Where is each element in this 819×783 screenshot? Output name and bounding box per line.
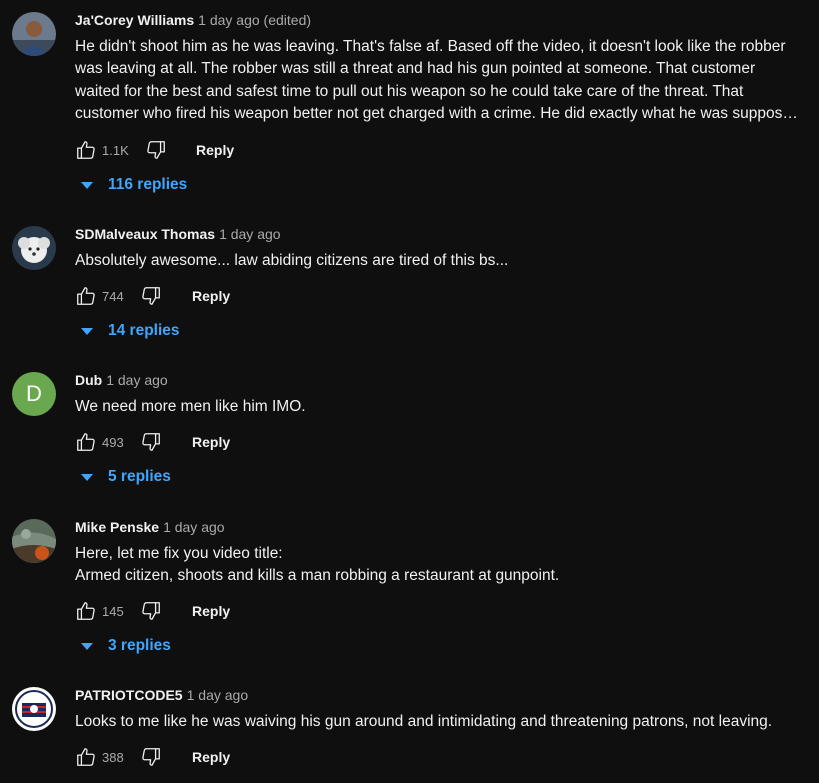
letter-avatar[interactable]: D: [12, 372, 56, 416]
replies-count-label: 3 replies: [108, 637, 171, 654]
view-replies-button[interactable]: 3 replies: [80, 637, 171, 659]
comment-actions: 145 Reply: [75, 600, 475, 624]
caret-down-icon: [81, 182, 93, 189]
replies-count-label: 14 replies: [108, 322, 180, 339]
comment-text-line: was leaving at all. The robber was still…: [75, 60, 756, 78]
thumbs-up-icon[interactable]: [75, 746, 97, 768]
comment-actions: 744 Reply: [75, 285, 475, 309]
like-count: 388: [102, 750, 124, 765]
person-photo-avatar[interactable]: [12, 12, 56, 56]
author-name[interactable]: SDMalveaux Thomas: [75, 226, 215, 242]
comment-actions: 388 Reply: [75, 746, 475, 770]
like-count: 1.1K: [102, 143, 129, 158]
like-count: 145: [102, 604, 124, 619]
view-replies-button[interactable]: 14 replies: [80, 322, 180, 344]
like-count: 744: [102, 289, 124, 304]
like-count: 493: [102, 435, 124, 450]
reply-button[interactable]: Reply: [192, 434, 230, 450]
thumbs-up-icon[interactable]: [75, 431, 97, 453]
replies-count-label: 116 replies: [108, 176, 188, 193]
landscape-photo-avatar[interactable]: [12, 519, 56, 563]
comment-text-line: waited for the best and safest time to p…: [75, 82, 744, 100]
comment-header: SDMalveaux Thomas 1 day ago: [75, 226, 281, 244]
patriot-logo-avatar[interactable]: [12, 687, 56, 731]
comment-text: We need more men like him IMO.: [75, 396, 805, 418]
comment-text: Here, let me fix you video title: Armed …: [75, 543, 805, 588]
comment-text-line: Looks to me like he was waiving his gun …: [75, 713, 773, 730]
comment-text: He didn't shoot him as he was leaving. T…: [75, 36, 805, 126]
comment-text-line: customer who fired his weapon better not…: [75, 105, 805, 123]
author-name[interactable]: Ja'Corey Williams: [75, 12, 194, 28]
thumbs-down-icon[interactable]: [140, 600, 162, 622]
comment-actions: 493 Reply: [75, 431, 475, 455]
comment-timestamp[interactable]: 1 day ago: [219, 226, 281, 242]
comment-text-line: We need more men like him IMO.: [75, 398, 306, 415]
reply-button[interactable]: Reply: [196, 142, 234, 158]
comment-text: Absolutely awesome... law abiding citize…: [75, 250, 805, 272]
thumbs-down-icon[interactable]: [145, 139, 167, 161]
replies-count-label: 5 replies: [108, 468, 171, 485]
comment-header: PATRIOTCODE5 1 day ago: [75, 687, 248, 705]
comment-timestamp[interactable]: 1 day ago: [106, 372, 168, 388]
comment-text: Looks to me like he was waiving his gun …: [75, 711, 805, 733]
author-name[interactable]: Mike Penske: [75, 519, 159, 535]
comment-header: Ja'Corey Williams 1 day ago (edited): [75, 12, 311, 30]
avatar-letter: D: [26, 381, 42, 406]
comment-text-line: Here, let me fix you video title:: [75, 545, 283, 562]
view-replies-button[interactable]: 116 replies: [80, 176, 187, 198]
comment-text-line: He didn't shoot him as he was leaving. T…: [75, 38, 786, 55]
thumbs-down-icon[interactable]: [140, 431, 162, 453]
comment-timestamp[interactable]: 1 day ago (edited): [198, 12, 311, 28]
thumbs-down-icon[interactable]: [140, 285, 162, 307]
thumbs-down-icon[interactable]: [140, 746, 162, 768]
comment-timestamp[interactable]: 1 day ago: [163, 519, 225, 535]
caret-down-icon: [81, 643, 93, 650]
comment-header: Dub 1 day ago: [75, 372, 168, 390]
comment-text-line: Absolutely awesome... law abiding citize…: [75, 252, 509, 269]
thumbs-up-icon[interactable]: [75, 600, 97, 622]
author-name[interactable]: Dub: [75, 372, 102, 388]
comment-header: Mike Penske 1 day ago: [75, 519, 225, 537]
comment-text-line: Armed citizen, shoots and kills a man ro…: [75, 567, 560, 585]
comment-actions: 1.1K Reply: [75, 139, 475, 163]
thumbs-up-icon[interactable]: [75, 139, 97, 161]
comment-timestamp[interactable]: 1 day ago: [187, 687, 249, 703]
view-replies-button[interactable]: 5 replies: [80, 468, 171, 490]
reply-button[interactable]: Reply: [192, 603, 230, 619]
dog-photo-avatar[interactable]: [12, 226, 56, 270]
reply-button[interactable]: Reply: [192, 288, 230, 304]
thumbs-up-icon[interactable]: [75, 285, 97, 307]
caret-down-icon: [81, 328, 93, 335]
reply-button[interactable]: Reply: [192, 749, 230, 765]
caret-down-icon: [81, 474, 93, 481]
author-name[interactable]: PATRIOTCODE5: [75, 687, 183, 703]
